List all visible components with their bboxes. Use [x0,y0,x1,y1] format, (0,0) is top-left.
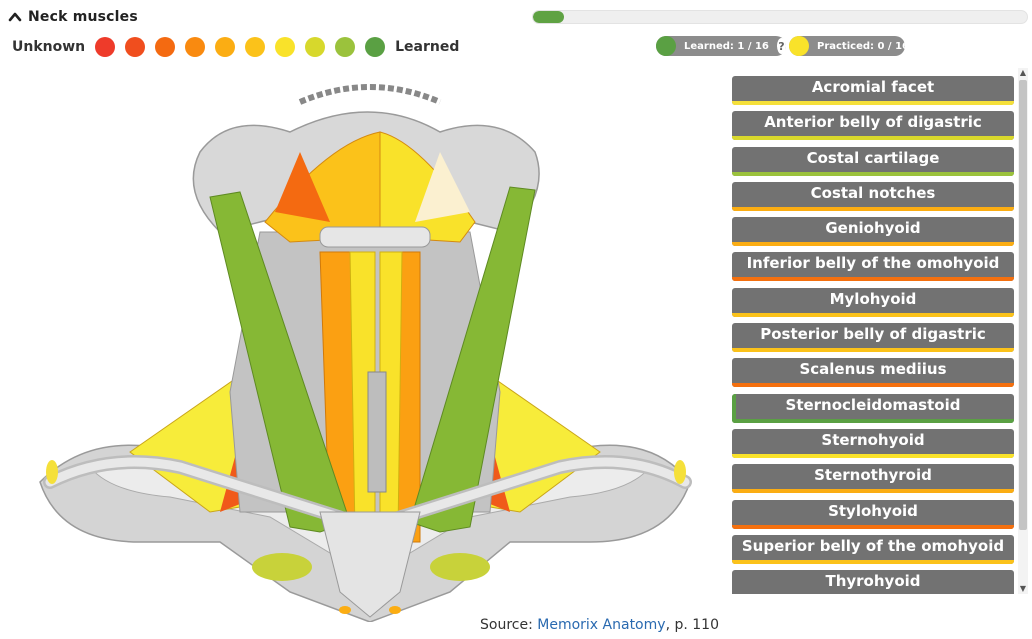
knowledge-bar [732,312,1014,317]
legend-dot [275,37,296,57]
list-item[interactable]: Costal cartilage [732,146,1014,176]
list-item[interactable]: Thyrohyoid [732,570,1014,594]
list-item-label: Geniohyoid [825,219,921,238]
list-item[interactable]: Sternohyoid [732,428,1014,458]
list-item-label: Thyrohyoid [825,572,921,591]
legend-dot [95,37,116,57]
list-item[interactable]: Sternocleidomastoid [732,393,1014,423]
list-item[interactable]: Acromial facet [732,76,1014,105]
knowledge-legend: Unknown Learned [12,37,459,57]
list-item-label: Posterior belly of digastric [760,325,986,344]
scroll-down-arrow[interactable]: ▼ [1018,584,1028,594]
learned-mark [732,393,736,423]
list-item[interactable]: Sternothyroid [732,464,1014,494]
list-item-label: Anterior belly of digastric [764,113,982,132]
source-prefix: Source: [480,617,538,633]
legend-dot [185,37,206,57]
knowledge-bar [732,559,1014,564]
scroll-thumb[interactable] [1019,80,1027,530]
learned-stat: Learned: 1 / 16 ? [656,36,786,56]
legend-dot [245,37,266,57]
list-item-label: Sternohyoid [821,430,925,449]
legend-scale [95,37,386,57]
knowledge-bar [732,277,1014,282]
list-item[interactable]: Stylohyoid [732,499,1014,529]
legend-dot [125,37,146,57]
source-suffix: , p. 110 [665,617,719,633]
help-icon[interactable]: ? [776,38,786,54]
list-scrollbar[interactable]: ▲ ▼ [1018,68,1028,594]
practiced-stat: Practiced: 0 / 16 [789,36,909,56]
list-item[interactable]: Mylohyoid [732,287,1014,317]
list-item[interactable]: Anterior belly of digastric [732,111,1014,141]
knowledge-bar [732,383,1014,388]
knowledge-bar [732,101,1014,105]
list-item-label: Superior belly of the omohyoid [741,536,1005,555]
practiced-count: Practiced: 0 / 16 [817,40,909,52]
list-item-label: Sternocleidomastoid [785,395,961,414]
list-item[interactable]: Inferior belly of the omohyoid [732,252,1014,282]
section-toggle[interactable]: Neck muscles [8,9,138,25]
knowledge-bar [732,489,1014,494]
page-title: Neck muscles [28,9,138,25]
knowledge-bar [732,348,1014,353]
list-item-label: Acromial facet [811,78,935,96]
practiced-indicator [789,36,809,56]
progress-fill [533,11,564,23]
knowledge-bar [732,242,1014,247]
learning-progress-bar [532,10,1028,24]
legend-dot [305,37,326,57]
anatomy-drawing [39,84,692,623]
knowledge-bar [732,136,1014,141]
knowledge-bar [732,524,1014,529]
source-citation: Source: Memorix Anatomy, p. 110 [480,617,719,633]
muscle-list[interactable]: Acromial facet Anterior belly of digastri… [720,68,1028,594]
list-item-label: Inferior belly of the omohyoid [746,254,1000,273]
list-item[interactable]: Geniohyoid [732,217,1014,247]
list-item[interactable]: Scalenus mediius [732,358,1014,388]
neck-muscles-illustration [30,72,700,623]
knowledge-bar [732,171,1014,176]
chevron-up-icon [8,12,22,22]
learned-indicator [656,36,676,56]
list-item-label: Scalenus mediius [799,360,947,379]
scroll-up-arrow[interactable]: ▲ [1018,68,1028,78]
legend-dot [335,37,356,57]
list-item[interactable]: Superior belly of the omohyoid [732,534,1014,564]
legend-learned-label: Learned [395,39,460,55]
legend-dot [215,37,236,57]
learned-count: Learned: 1 / 16 [684,40,769,52]
list-item[interactable]: Posterior belly of digastric [732,323,1014,353]
source-link[interactable]: Memorix Anatomy [537,617,665,633]
list-item-label: Sternothyroid [814,466,932,485]
knowledge-bar [732,206,1014,211]
legend-dot [365,37,386,57]
knowledge-bar [732,453,1014,458]
list-item[interactable]: Costal notches [732,181,1014,211]
knowledge-bar [732,418,1014,423]
list-item-label: Stylohyoid [828,501,918,520]
legend-dot [155,37,176,57]
list-item-label: Costal cartilage [806,148,940,167]
list-item-label: Costal notches [810,183,936,202]
list-item-label: Mylohyoid [829,289,917,308]
legend-unknown-label: Unknown [12,39,86,55]
